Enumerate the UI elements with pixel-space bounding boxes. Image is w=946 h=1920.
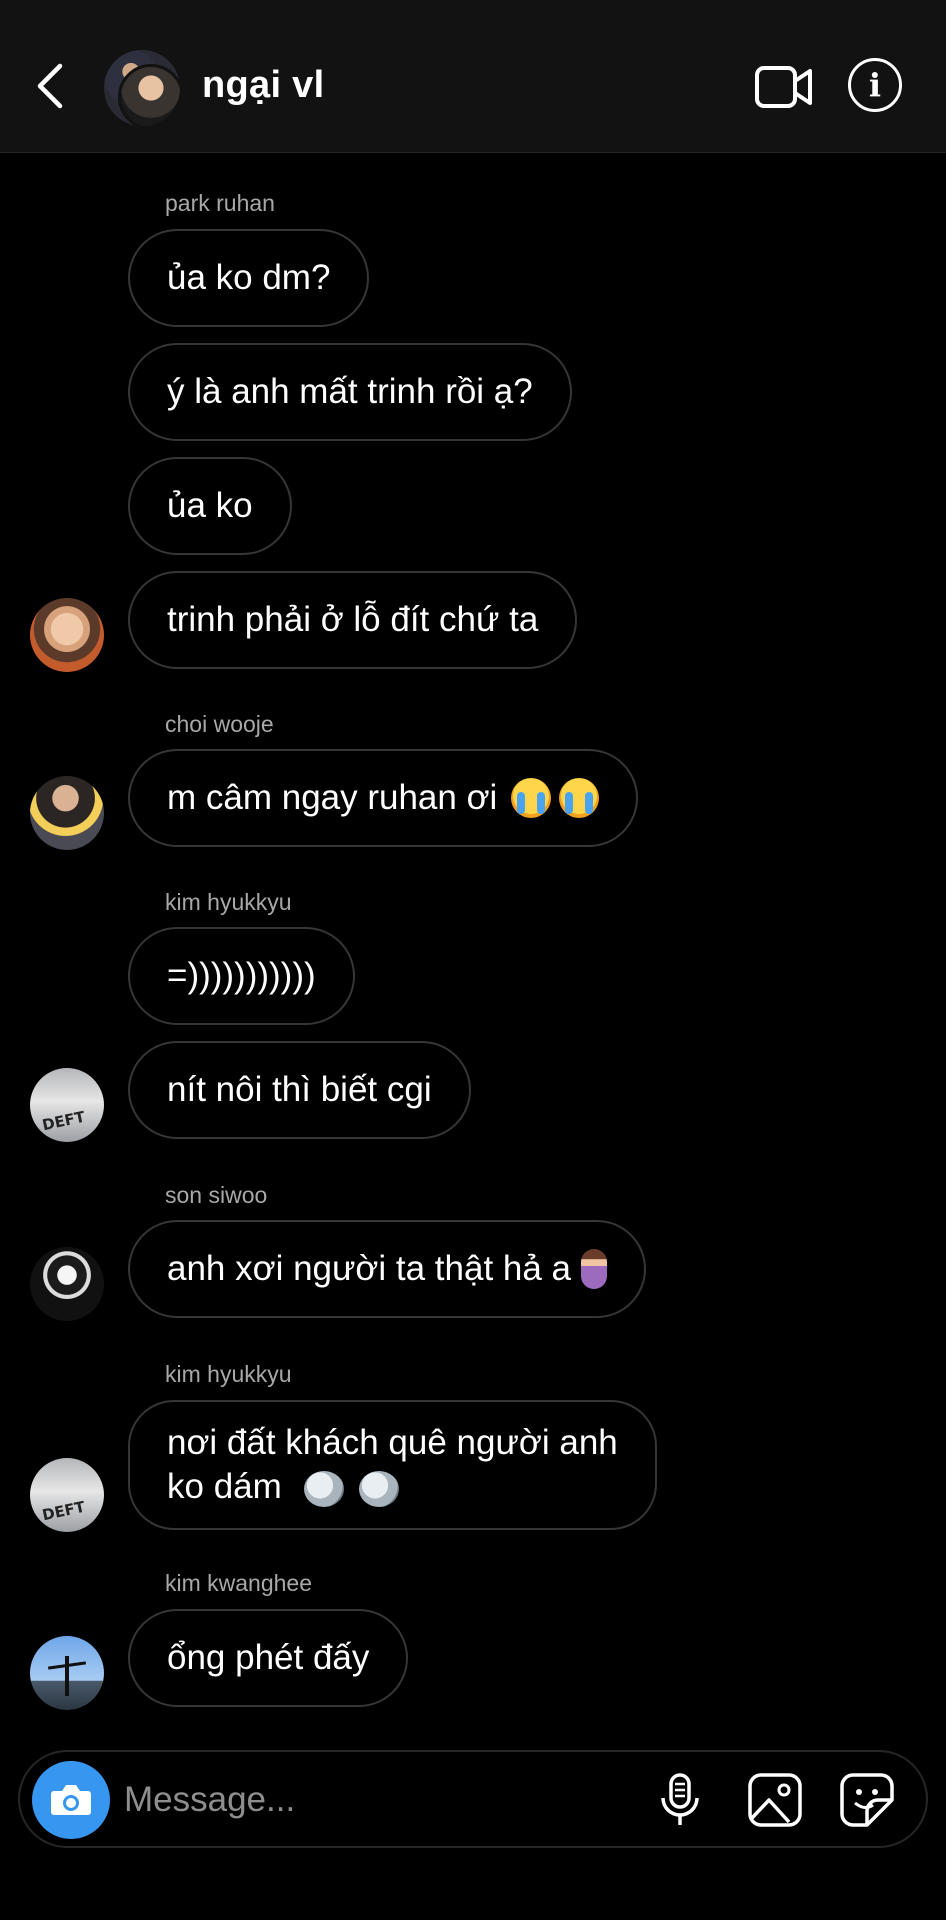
message-text: ổng phét đấy	[167, 1638, 370, 1677]
message-text: ủa ko dm?	[167, 258, 331, 297]
crying-face-emoji-icon	[511, 778, 552, 818]
pregnant-woman-emoji-icon	[581, 1249, 608, 1289]
sender-name: park ruhan	[165, 190, 275, 216]
avatar[interactable]: DEFT	[30, 1458, 104, 1532]
sticker-icon[interactable]	[837, 1770, 897, 1830]
sender-name: son siwoo	[165, 1182, 268, 1208]
sender-name: kim hyukkyu	[165, 889, 292, 915]
message-bubble[interactable]: trinh phải ở lỗ đít chứ ta	[128, 571, 578, 669]
message-bubble[interactable]: anh xơi người ta thật hả a	[128, 1220, 647, 1318]
message-bubble[interactable]: ổng phét đấy	[128, 1609, 409, 1707]
gallery-icon[interactable]	[745, 1770, 805, 1830]
sender-name: choi wooje	[165, 711, 274, 737]
message-bubble[interactable]: ủa ko	[128, 457, 292, 555]
chat-title[interactable]: ngại vl	[202, 64, 324, 107]
video-call-icon[interactable]	[754, 62, 814, 112]
message-text: =)))))))))))	[167, 956, 316, 995]
camera-button[interactable]	[32, 1761, 110, 1839]
bird-emoji-icon	[303, 1470, 344, 1507]
message-bubble[interactable]: =)))))))))))	[128, 927, 355, 1025]
avatar-logo-text: DEFT	[40, 1107, 87, 1135]
sender-name: kim kwanghee	[165, 1570, 313, 1596]
avatar[interactable]: DEFT	[30, 1068, 104, 1142]
avatar-logo-text: DEFT	[40, 1497, 87, 1525]
message-text: anh xơi người ta thật hả a	[167, 1249, 572, 1288]
camera-icon	[51, 1785, 91, 1815]
chat-header: ngại vl i	[0, 0, 946, 153]
sender-name: kim hyukkyu	[165, 1361, 292, 1387]
message-text: m câm ngay ruhan ơi	[167, 778, 498, 817]
crying-face-emoji-icon	[559, 778, 600, 818]
avatar[interactable]	[30, 598, 104, 672]
info-icon[interactable]: i	[848, 58, 902, 112]
message-input[interactable]: Message...	[124, 1780, 295, 1820]
avatar[interactable]	[30, 776, 104, 850]
avatar[interactable]	[30, 1636, 104, 1710]
message-text: nít nôi thì biết cgi	[167, 1070, 432, 1109]
message-bubble[interactable]: m câm ngay ruhan ơi	[128, 749, 639, 847]
avatar[interactable]	[30, 1247, 104, 1321]
message-composer[interactable]: Message...	[18, 1750, 928, 1848]
microphone-icon[interactable]	[650, 1770, 710, 1830]
message-bubble[interactable]: nít nôi thì biết cgi	[128, 1041, 471, 1139]
message-text: nơi đất khách quê người anh	[167, 1423, 618, 1462]
message-text: ý là anh mất trinh rồi ạ?	[167, 372, 533, 411]
message-bubble[interactable]: nơi đất khách quê người anh ko dám	[128, 1400, 657, 1530]
message-text: ko dám	[167, 1467, 282, 1506]
message-bubble[interactable]: ủa ko dm?	[128, 229, 370, 327]
bird-emoji-icon	[359, 1470, 400, 1507]
group-avatar[interactable]	[104, 50, 180, 126]
message-bubble[interactable]: ý là anh mất trinh rồi ạ?	[128, 343, 572, 441]
message-text: trinh phải ở lỗ đít chứ ta	[167, 600, 539, 639]
back-arrow-icon[interactable]	[32, 60, 72, 112]
message-text: ủa ko	[167, 486, 253, 525]
